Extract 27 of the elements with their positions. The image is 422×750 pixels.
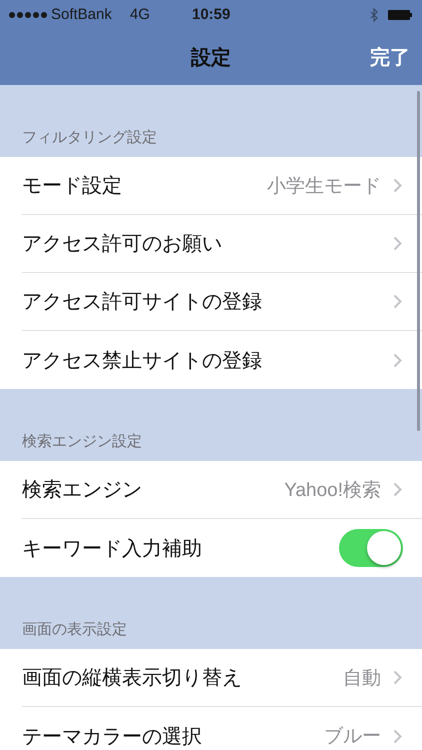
battery-icon — [388, 10, 414, 20]
settings-row[interactable]: 検索エンジン Yahoo!検索 — [22, 461, 422, 519]
chevron-icon — [393, 294, 402, 309]
settings-row[interactable]: アクセス許可サイトの登録 — [22, 273, 422, 331]
settings-row[interactable]: アクセス禁止サイトの登録 — [22, 331, 422, 389]
signal-icon — [9, 12, 47, 18]
section-header: 検索エンジン設定 — [22, 432, 142, 451]
chevron-icon — [393, 728, 402, 744]
chevron-icon — [393, 482, 402, 497]
section-header: フィルタリング設定 — [22, 128, 157, 147]
screen-title: 設定 — [191, 46, 231, 70]
chevron-icon — [393, 178, 402, 193]
chevron-icon — [393, 352, 402, 368]
settings-row[interactable]: 画面の縦横表示切り替え 自動 — [22, 649, 422, 707]
network-type: 4G — [130, 6, 150, 23]
settings-row[interactable]: モード設定 小学生モード — [22, 157, 422, 215]
toggle-switch[interactable] — [339, 529, 403, 567]
settings-row[interactable]: テーマカラーの選択 ブルー — [22, 707, 422, 750]
settings-row[interactable]: キーワード入力補助 — [22, 519, 422, 577]
chevron-icon — [393, 670, 402, 685]
status-time: 10:59 — [192, 6, 230, 23]
section-header: 画面の表示設定 — [22, 620, 127, 639]
carrier-name: SoftBank — [51, 6, 112, 23]
settings-row[interactable]: アクセス許可のお願い — [22, 215, 422, 273]
chevron-icon — [393, 236, 402, 251]
done-button[interactable]: 完了 — [366, 44, 410, 70]
bluetooth-icon — [370, 8, 378, 22]
